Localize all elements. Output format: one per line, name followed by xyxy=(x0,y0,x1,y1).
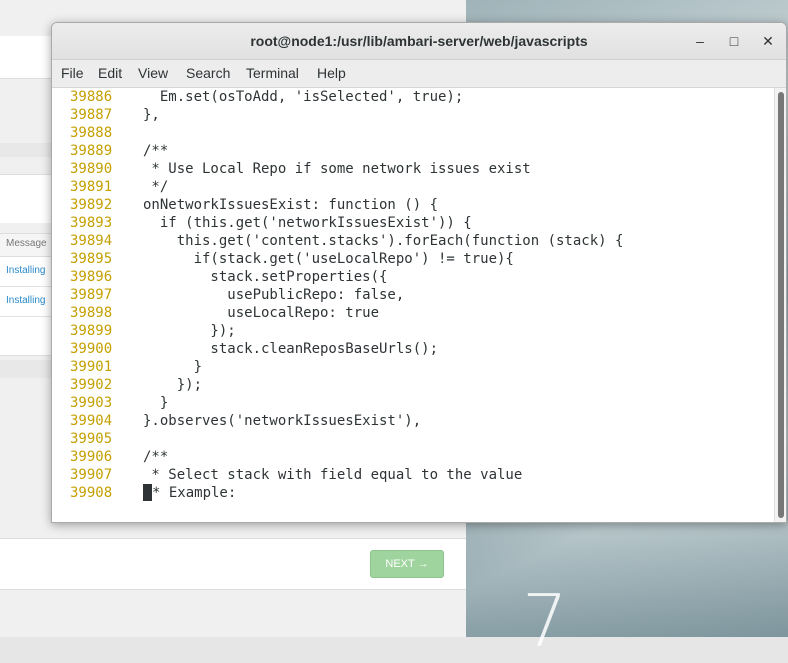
line-number: 39898 xyxy=(70,305,113,321)
text-cursor xyxy=(143,484,152,501)
code-line: 39906 /** xyxy=(52,448,772,466)
code-line: 39908 * Example: xyxy=(52,484,772,502)
code-text: Em.set(osToAdd, 'isSelected', true); xyxy=(143,89,464,105)
menu-bar: File Edit View Search Terminal Help xyxy=(52,60,786,88)
desktop-wave xyxy=(466,520,788,637)
line-number: 39904 xyxy=(70,413,113,429)
table-row[interactable]: Installing xyxy=(0,257,51,287)
close-icon[interactable]: ✕ xyxy=(758,31,778,51)
code-text: } xyxy=(143,359,203,375)
code-text-content: * Example: xyxy=(152,485,237,501)
status-link[interactable]: Installing xyxy=(6,265,45,276)
line-number: 39891 xyxy=(70,179,113,195)
code-text: }); xyxy=(143,323,236,339)
code-line: 39889 /** xyxy=(52,142,772,160)
table-header-message: Message xyxy=(6,238,47,249)
code-line: 39888 xyxy=(52,124,772,142)
maximize-icon[interactable]: □ xyxy=(724,31,744,51)
code-line: 39890 * Use Local Repo if some network i… xyxy=(52,160,772,178)
code-text: useLocalRepo: true xyxy=(143,305,380,321)
line-number: 39887 xyxy=(70,107,113,123)
window-titlebar[interactable]: root@node1:/usr/lib/ambari-server/web/ja… xyxy=(52,23,786,60)
code-line: 39899 }); xyxy=(52,322,772,340)
code-line: 39898 useLocalRepo: true xyxy=(52,304,772,322)
code-text: }.observes('networkIssuesExist'), xyxy=(143,413,422,429)
scrollbar-thumb[interactable] xyxy=(778,92,784,518)
window-title: root@node1:/usr/lib/ambari-server/web/ja… xyxy=(250,33,588,49)
code-text: usePublicRepo: false, xyxy=(143,287,405,303)
code-line: 39903 } xyxy=(52,394,772,412)
table-header: Message xyxy=(0,233,51,257)
code-line: 39907 * Select stack with field equal to… xyxy=(52,466,772,484)
code-line: 39896 stack.setProperties({ xyxy=(52,268,772,286)
line-number: 39901 xyxy=(70,359,113,375)
code-line: 39902 }); xyxy=(52,376,772,394)
page-divider xyxy=(0,360,51,378)
line-number: 39899 xyxy=(70,323,113,339)
line-number: 39889 xyxy=(70,143,113,159)
code-text: onNetworkIssuesExist: function () { xyxy=(143,197,439,213)
code-line: 39893 if (this.get('networkIssuesExist')… xyxy=(52,214,772,232)
vertical-scrollbar[interactable] xyxy=(774,88,786,522)
code-text: this.get('content.stacks').forEach(funct… xyxy=(143,233,624,249)
code-text: * Use Local Repo if some network issues … xyxy=(143,161,531,177)
code-line: 39904 }.observes('networkIssuesExist'), xyxy=(52,412,772,430)
line-number: 39900 xyxy=(70,341,113,357)
status-link[interactable]: Installing xyxy=(6,295,45,306)
menu-edit[interactable]: Edit xyxy=(98,65,122,81)
code-line: 39887}, xyxy=(52,106,772,124)
menu-file[interactable]: File xyxy=(61,65,84,81)
page-panel xyxy=(0,317,51,356)
line-number: 39894 xyxy=(70,233,113,249)
table-row[interactable]: Installing xyxy=(0,287,51,317)
code-line: 39891 */ xyxy=(52,178,772,196)
line-number: 39902 xyxy=(70,377,113,393)
line-number: 39907 xyxy=(70,467,113,483)
next-button[interactable]: NEXT → xyxy=(370,550,444,578)
line-number: 39886 xyxy=(70,89,113,105)
menu-terminal[interactable]: Terminal xyxy=(246,65,299,81)
code-text: stack.setProperties({ xyxy=(143,269,388,285)
line-number: 39905 xyxy=(70,431,113,447)
code-line: 39892 onNetworkIssuesExist: function () { xyxy=(52,196,772,214)
code-line: 39886 Em.set(osToAdd, 'isSelected', true… xyxy=(52,88,772,106)
minimize-icon[interactable]: ‒ xyxy=(690,31,710,51)
line-number: 39888 xyxy=(70,125,113,141)
line-number: 39896 xyxy=(70,269,113,285)
menu-search[interactable]: Search xyxy=(186,65,230,81)
line-number: 39890 xyxy=(70,161,113,177)
code-text: if(stack.get('useLocalRepo') != true){ xyxy=(143,251,514,267)
desktop-version-logo: 7 xyxy=(522,579,568,663)
line-number: 39892 xyxy=(70,197,113,213)
code-line: 39900 stack.cleanReposBaseUrls(); xyxy=(52,340,772,358)
code-text: /** xyxy=(143,143,169,159)
code-line: 39894 this.get('content.stacks').forEach… xyxy=(52,232,772,250)
terminal-content[interactable]: 39886 Em.set(osToAdd, 'isSelected', true… xyxy=(52,88,772,522)
line-number: 39908 xyxy=(70,485,113,501)
line-number: 39903 xyxy=(70,395,113,411)
menu-view[interactable]: View xyxy=(138,65,168,81)
code-text: } xyxy=(143,395,169,411)
code-text: }, xyxy=(143,107,160,123)
menu-help[interactable]: Help xyxy=(317,65,346,81)
code-text: stack.cleanReposBaseUrls(); xyxy=(143,341,439,357)
line-number: 39895 xyxy=(70,251,113,267)
page-panel xyxy=(0,174,51,223)
code-text: */ xyxy=(143,179,169,195)
code-text: if (this.get('networkIssuesExist')) { xyxy=(143,215,472,231)
page-panel xyxy=(0,36,51,79)
code-text: * Select stack with field equal to the v… xyxy=(143,467,523,483)
code-line: 39905 xyxy=(52,430,772,448)
code-line: 39901 } xyxy=(52,358,772,376)
code-line: 39895 if(stack.get('useLocalRepo') != tr… xyxy=(52,250,772,268)
code-text: }); xyxy=(143,377,203,393)
terminal-window[interactable]: root@node1:/usr/lib/ambari-server/web/ja… xyxy=(51,22,787,523)
page-divider xyxy=(0,143,51,157)
code-line: 39897 usePublicRepo: false, xyxy=(52,286,772,304)
code-text: /** xyxy=(143,449,169,465)
line-number: 39897 xyxy=(70,287,113,303)
code-text: * Example: xyxy=(143,484,236,502)
line-number: 39906 xyxy=(70,449,113,465)
line-number: 39893 xyxy=(70,215,113,231)
